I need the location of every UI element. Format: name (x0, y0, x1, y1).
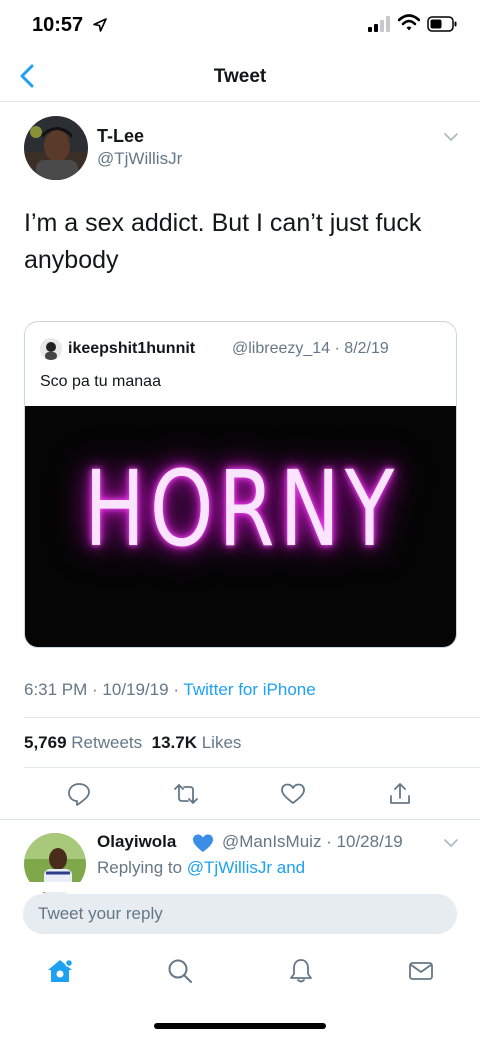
compose-placeholder: Tweet your reply (38, 904, 163, 923)
divider (0, 819, 480, 820)
neon-sign-text: HORNY (84, 448, 399, 570)
replying-to-line: Replying to @TjWillisJr and (97, 858, 305, 878)
search-icon[interactable] (166, 957, 194, 985)
wifi-icon (398, 14, 420, 31)
page-title: Tweet (213, 66, 267, 87)
reply-handle-date[interactable]: @ManIsMuiz · 10/28/19 (222, 832, 403, 852)
battery-icon (427, 16, 457, 32)
replying-to-prefix: Replying to (97, 858, 187, 877)
tweet-timestamp: 6:31 PM · 10/19/19 · Twitter for iPhone (24, 680, 316, 700)
reply-clip (0, 882, 480, 892)
likes-count[interactable]: 13.7K (152, 733, 197, 752)
tweet-source-link[interactable]: Twitter for iPhone (183, 680, 315, 699)
home-icon[interactable] (46, 957, 74, 985)
quoted-handle-date: @libreezy_14 · 8/2/19 (232, 340, 389, 357)
tweet-stats: 5,769 Retweets 13.7K Likes (24, 733, 241, 753)
status-bar: 10:57 (0, 0, 480, 52)
quoted-author-name: ikeepshit1hunnit (68, 340, 196, 357)
location-arrow-icon (93, 18, 107, 32)
divider (24, 717, 480, 718)
like-icon[interactable] (280, 781, 306, 807)
author-handle[interactable]: @TjWillisJr (97, 149, 182, 169)
reply-compose-input[interactable]: Tweet your reply (23, 894, 457, 934)
notifications-icon[interactable] (287, 957, 315, 985)
blue-heart-emoji-icon (193, 834, 213, 852)
top-nav-bar: Tweet (0, 52, 480, 102)
share-icon[interactable] (387, 781, 413, 807)
chevron-down-icon[interactable] (442, 836, 460, 850)
likes-label[interactable]: Likes (202, 733, 242, 752)
retweets-count[interactable]: 5,769 (24, 733, 67, 752)
retweets-label[interactable]: Retweets (71, 733, 142, 752)
quoted-author-avatar (40, 338, 62, 360)
reply-icon[interactable] (66, 781, 92, 807)
home-indicator[interactable] (154, 1023, 326, 1029)
reply-author-name[interactable]: Olayiwola (97, 832, 176, 852)
tweet-time-date: 6:31 PM · 10/19/19 · (24, 680, 184, 699)
replying-to-mention[interactable]: @TjWillisJr and (187, 858, 305, 877)
quoted-tweet-card[interactable]: ikeepshit1hunnit @libreezy_14 · 8/2/19 S… (24, 321, 457, 648)
author-name[interactable]: T-Lee (97, 126, 144, 147)
retweet-icon[interactable] (173, 781, 199, 807)
messages-icon[interactable] (407, 957, 435, 985)
status-time: 10:57 (32, 14, 84, 36)
cellular-signal-icon (368, 16, 390, 32)
quoted-tweet-text: Sco pa tu manaa (40, 373, 161, 390)
divider (24, 767, 480, 768)
chevron-down-icon[interactable] (442, 130, 460, 144)
tweet-text: I’m a sex addict. But I can’t just fuck … (24, 209, 422, 274)
quoted-media-image[interactable]: HORNY (25, 406, 456, 647)
author-avatar[interactable] (24, 116, 88, 180)
